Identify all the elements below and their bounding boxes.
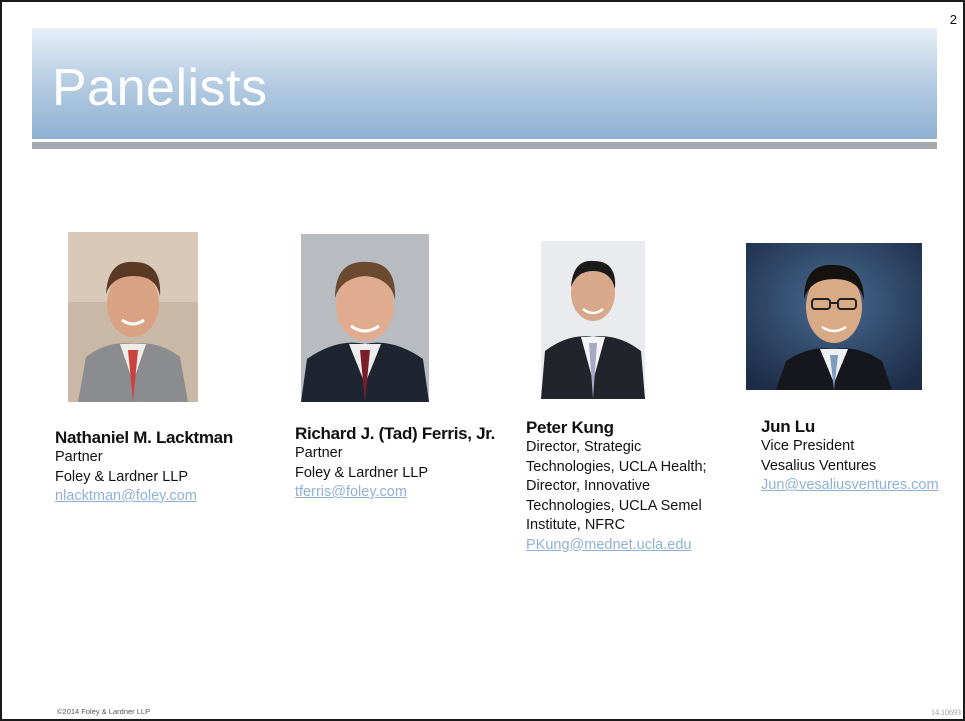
panelist-photo-ferris: [301, 234, 429, 402]
footer-code: 14.10693: [931, 708, 961, 717]
slide: 2 Panelists Nathaniel M. Lacktman Partne…: [0, 0, 965, 721]
panelist-email-link[interactable]: Jun@vesaliusventures.com: [761, 476, 961, 496]
panelist-photo-kung: [541, 241, 645, 399]
footer-copyright: ©2014 Foley & Lardner LLP: [57, 707, 151, 716]
panelist-title: Partner: [295, 445, 343, 461]
panelist-organization: Vesalius Ventures: [761, 457, 877, 474]
panelist-title: Partner: [55, 449, 103, 465]
page-title: Panelists: [52, 59, 268, 117]
panelist-title-line: Institute, NFRC: [526, 517, 626, 533]
panelist-bio-ferris: Richard J. (Tad) Ferris, Jr. Partner Fol…: [295, 423, 515, 503]
slide-number: 2: [949, 12, 957, 27]
panelist-photo-lu: [746, 243, 922, 390]
title-banner: Panelists: [32, 28, 937, 139]
panelist-email-link[interactable]: nlacktman@foley.com: [55, 487, 275, 507]
panelist-photo-lacktman: [68, 232, 198, 402]
panelist-organization: Foley & Lardner LLP: [55, 468, 188, 485]
panelist-name: Richard J. (Tad) Ferris, Jr.: [295, 424, 496, 443]
panelist-title-line: Director, Strategic: [526, 439, 642, 455]
panelist-email-link[interactable]: tferris@foley.com: [295, 483, 515, 503]
panelist-organization: Foley & Lardner LLP: [295, 464, 428, 481]
panelist-name: Peter Kung: [526, 418, 614, 437]
panelist-bio-lu: Jun Lu Vice President Vesalius Ventures …: [761, 416, 961, 496]
panelist-bio-lacktman: Nathaniel M. Lacktman Partner Foley & La…: [55, 427, 275, 507]
title-divider: [32, 142, 937, 149]
panelist-bio-kung: Peter Kung Director, Strategic Technolog…: [526, 417, 741, 555]
panelist-title: Vice President: [761, 438, 855, 454]
panelist-name: Jun Lu: [761, 417, 815, 436]
panelist-name: Nathaniel M. Lacktman: [55, 428, 233, 447]
panelist-email-link[interactable]: PKung@mednet.ucla.edu: [526, 536, 741, 556]
panelist-title-line: Director, Innovative: [526, 478, 651, 494]
panelist-title-line: Technologies, UCLA Health;: [526, 458, 707, 475]
panelist-title-line: Technologies, UCLA Semel: [526, 497, 702, 514]
